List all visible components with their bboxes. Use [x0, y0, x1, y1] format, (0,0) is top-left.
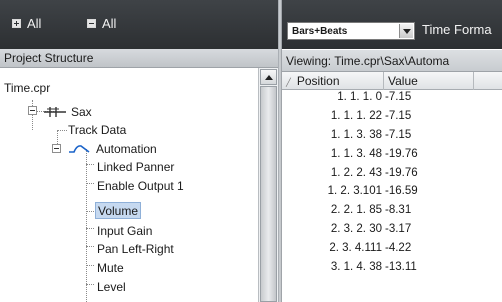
tree-item-mute[interactable]: Mute — [97, 259, 124, 277]
mute-label: Mute — [97, 261, 124, 275]
time-format-value: Bars+Beats — [292, 25, 348, 37]
tree-item-track-data[interactable]: Track Data — [68, 121, 126, 139]
collapse-all-label: All — [102, 16, 117, 31]
table-row[interactable]: 1. 1. 3. 48 -19.76 — [282, 148, 502, 166]
linked-panner-label: Linked Panner — [97, 160, 175, 174]
sax-label: Sax — [71, 105, 92, 119]
input-gain-label: Input Gain — [97, 224, 153, 238]
chevron-down-icon[interactable] — [399, 24, 413, 38]
project-tree: Time.cpr Sax Track Data Automation Linke… — [0, 68, 258, 302]
tree-item-level[interactable]: Level — [97, 278, 126, 296]
project-label: Time.cpr — [4, 81, 51, 95]
collapse-icon — [87, 19, 96, 28]
cell-value: -3.17 — [385, 223, 412, 235]
table-row[interactable]: 3. 1. 4. 38 -13.11 — [282, 261, 502, 279]
table-row[interactable]: 2. 3. 4.111 -4.22 — [282, 242, 502, 260]
column-position-label: Position — [296, 74, 340, 88]
automation-viewer-panel: Bars+Beats Time Forma Viewing: Time.cpr\… — [282, 0, 502, 302]
cell-value: -19.76 — [385, 148, 418, 160]
volume-label: Volume — [98, 203, 139, 218]
left-toolbar: All All — [0, 0, 278, 49]
tree-item-linked-panner[interactable]: Linked Panner — [97, 158, 174, 176]
table-row[interactable]: 1. 1. 3. 38 -7.15 — [282, 129, 502, 147]
table-row[interactable]: 1. 2. 2. 43 -19.76 — [282, 167, 502, 185]
tree-item-project[interactable]: Time.cpr — [4, 79, 50, 97]
cell-position: 1. 2. 3.101 — [327, 185, 382, 197]
scroll-thumb[interactable] — [260, 86, 277, 302]
cell-value: -16.59 — [385, 185, 418, 197]
tree-item-enable-output[interactable]: Enable Output 1 — [97, 177, 184, 195]
cell-value: -19.76 — [385, 167, 418, 179]
cell-value: -4.22 — [385, 242, 412, 254]
cell-position: 3. 1. 4. 38 — [330, 261, 382, 273]
scroll-up-arrow-icon[interactable] — [260, 69, 277, 85]
cell-value: -7.15 — [385, 129, 412, 141]
expand-icon — [12, 19, 21, 28]
panel-title: Project Structure — [0, 49, 278, 68]
table-row[interactable]: 2. 2. 1. 85 -8.31 — [282, 204, 502, 222]
right-toolbar: Bars+Beats Time Forma — [282, 0, 502, 49]
cell-position: 1. 2. 2. 43 — [330, 167, 382, 179]
time-format-label: Time Forma — [422, 22, 492, 37]
collapse-automation-toggle[interactable] — [52, 144, 61, 153]
cell-position: 1. 1. 3. 38 — [330, 129, 382, 141]
sort-icon: ╱ — [286, 78, 291, 87]
time-format-select[interactable]: Bars+Beats — [287, 22, 415, 40]
table-row[interactable]: 1. 1. 1. 0 -7.15 — [282, 91, 502, 109]
table-row[interactable]: 1. 1. 1. 22 -7.15 — [282, 110, 502, 128]
table-header: ╱ Position Value — [282, 72, 502, 90]
track-data-label: Track Data — [68, 123, 127, 137]
cell-position: 2. 3. 4.111 — [329, 242, 382, 254]
column-value-label: Value — [388, 74, 418, 88]
column-value[interactable]: Value — [384, 72, 474, 90]
project-structure-panel: All All Project Structure Time.cpr Sax T… — [0, 0, 278, 302]
cell-position: 1. 1. 1. 0 — [337, 91, 382, 103]
table-row[interactable]: 1. 2. 3.101 -16.59 — [282, 185, 502, 203]
tree-item-pan-left-right[interactable]: Pan Left-Right — [97, 240, 174, 258]
cell-value: -7.15 — [385, 110, 412, 122]
viewing-path: Viewing: Time.cpr\Sax\Automa — [282, 50, 502, 72]
tree-item-input-gain[interactable]: Input Gain — [97, 222, 152, 240]
tree-item-volume[interactable]: Volume — [95, 202, 142, 219]
collapse-all-button[interactable]: All — [87, 16, 116, 31]
cell-position: 2. 3. 2. 30 — [330, 223, 382, 235]
cell-value: -7.15 — [385, 91, 412, 103]
level-label: Level — [97, 280, 126, 294]
tree-item-automation[interactable]: Automation — [68, 140, 157, 158]
audio-track-icon — [44, 107, 66, 117]
table-row[interactable]: 2. 3. 2. 30 -3.17 — [282, 223, 502, 241]
cell-value: -8.31 — [385, 204, 412, 216]
collapse-sax-toggle[interactable] — [28, 106, 37, 115]
tree-scrollbar[interactable] — [258, 68, 278, 302]
pan-label: Pan Left-Right — [97, 242, 174, 256]
column-position[interactable]: ╱ Position — [282, 72, 384, 90]
cell-position: 2. 2. 1. 85 — [330, 204, 382, 216]
enable-output-label: Enable Output 1 — [97, 179, 184, 193]
automation-label: Automation — [96, 142, 157, 156]
cell-position: 1. 1. 1. 22 — [330, 110, 382, 122]
tree-item-sax[interactable]: Sax — [44, 103, 92, 121]
expand-all-label: All — [27, 16, 42, 31]
expand-all-button[interactable]: All — [12, 16, 41, 31]
cell-value: -13.11 — [385, 261, 417, 273]
cell-position: 1. 1. 3. 48 — [330, 148, 382, 160]
automation-curve-icon — [69, 145, 90, 153]
